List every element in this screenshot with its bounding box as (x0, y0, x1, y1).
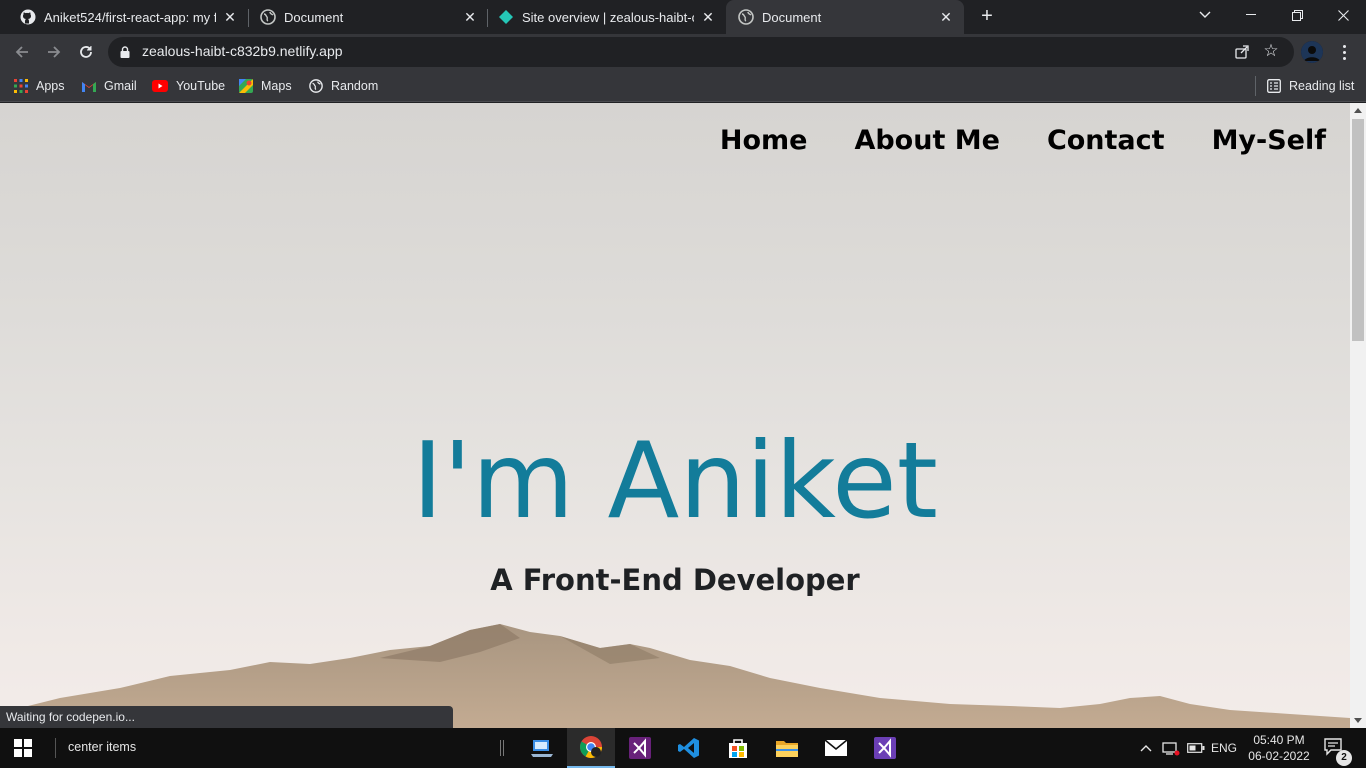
page-viewport: Home About Me Contact My-Self I'm Aniket… (0, 103, 1350, 728)
bookmark-label: Random (331, 79, 379, 93)
status-bubble: Waiting for codepen.io... (0, 706, 453, 728)
profile-avatar[interactable] (1301, 41, 1323, 63)
language-indicator[interactable]: ENG (1209, 728, 1239, 768)
battery-icon[interactable] (1185, 728, 1207, 768)
visual-studio-icon[interactable] (616, 728, 664, 768)
forward-button[interactable] (42, 40, 66, 64)
chevron-up-icon[interactable] (1136, 728, 1156, 768)
nav-link-home[interactable]: Home (720, 125, 808, 156)
close-window-button[interactable] (1320, 0, 1366, 30)
bookmark-label: Gmail (104, 79, 137, 93)
tab-title: Document (762, 9, 822, 25)
gmail-icon (82, 79, 96, 93)
tab-document-active[interactable]: Document ✕ (726, 0, 964, 34)
windows-start-button[interactable] (14, 739, 32, 757)
youtube-icon (152, 79, 168, 93)
scrollbar-thumb[interactable] (1352, 119, 1364, 341)
notifications-button[interactable]: 2 (1324, 738, 1352, 766)
chrome-icon[interactable] (567, 728, 615, 768)
windows-taskbar: center items ENG 05:40 PM 06-02-2022 2 (0, 728, 1366, 768)
bookmark-gmail[interactable]: Gmail (82, 77, 137, 95)
close-icon[interactable]: ✕ (700, 9, 716, 25)
back-button[interactable] (10, 40, 34, 64)
scroll-down-arrow[interactable] (1354, 718, 1362, 723)
reading-list-icon (1267, 79, 1281, 93)
notification-count-badge: 2 (1336, 750, 1352, 766)
github-icon (20, 9, 36, 25)
mail-icon[interactable] (812, 728, 860, 768)
address-bar[interactable]: zealous-haibt-c832b9.netlify.app ☆ (108, 37, 1294, 67)
tab-search-button[interactable] (1182, 0, 1228, 30)
visual-studio-preview-icon[interactable] (861, 728, 909, 768)
chevron-down-icon (1199, 11, 1211, 18)
taskbar-search-text[interactable]: center items (68, 740, 136, 754)
close-icon[interactable]: ✕ (222, 9, 238, 25)
bookmark-maps[interactable]: Maps (239, 77, 292, 95)
reload-icon (80, 46, 92, 58)
bookmark-label: YouTube (176, 79, 226, 93)
page-scrollbar[interactable] (1350, 103, 1366, 728)
browser-toolbar: zealous-haibt-c832b9.netlify.app ☆ (0, 34, 1366, 70)
share-icon (1235, 45, 1249, 59)
url-text: zealous-haibt-c832b9.netlify.app (142, 43, 343, 59)
bookmark-star-icon[interactable]: ☆ (1262, 42, 1280, 60)
hero-title: I'm Aniket (412, 420, 938, 542)
bookmark-youtube[interactable]: YouTube (152, 77, 225, 95)
reading-list-button[interactable]: Reading list (1267, 77, 1354, 95)
vscode-icon[interactable] (665, 728, 713, 768)
maps-icon (239, 79, 253, 93)
arrow-right-icon (48, 46, 61, 58)
netlify-icon (498, 9, 514, 25)
scroll-up-arrow[interactable] (1354, 108, 1362, 113)
folder-icon[interactable] (763, 728, 811, 768)
browser-menu-button[interactable] (1336, 40, 1352, 64)
tab-github[interactable]: Aniket524/first-react-app: my first ✕ (0, 0, 248, 34)
file-explorer-laptop-icon[interactable] (518, 728, 566, 768)
minimize-button[interactable] (1228, 0, 1274, 30)
taskbar-clock[interactable]: 05:40 PM 06-02-2022 (1244, 732, 1314, 764)
new-tab-button[interactable]: + (976, 6, 998, 28)
nav-link-my-self[interactable]: My-Self (1212, 125, 1326, 156)
reload-button[interactable] (74, 40, 98, 64)
apps-grid-icon (14, 79, 28, 93)
clock-time: 05:40 PM (1253, 733, 1305, 747)
lock-icon (120, 46, 130, 58)
tab-title: Site overview | zealous-haibt-c832 (522, 9, 694, 25)
taskbar-divider (55, 738, 56, 758)
reading-list-label: Reading list (1289, 79, 1355, 93)
bookmark-label: Apps (36, 79, 65, 93)
bookmark-label: Maps (261, 79, 292, 93)
tab-strip: Aniket524/first-react-app: my first ✕ Do… (0, 0, 1366, 34)
bookmarks-bar: Apps Gmail YouTube Maps Random Reading l… (0, 70, 1366, 102)
close-icon[interactable]: ✕ (938, 9, 954, 25)
globe-icon (738, 9, 754, 25)
bookmarks-divider (1255, 76, 1256, 96)
tab-document-1[interactable]: Document ✕ (240, 0, 488, 34)
tab-netlify[interactable]: Site overview | zealous-haibt-c832 ✕ (478, 0, 726, 34)
clock-date: 06-02-2022 (1248, 749, 1310, 763)
store-icon[interactable] (714, 728, 762, 768)
nav-link-contact[interactable]: Contact (1047, 125, 1165, 156)
taskbar-gripper (500, 740, 504, 756)
tab-title: Document (284, 9, 344, 25)
globe-icon (309, 79, 323, 93)
arrow-left-icon (15, 46, 28, 58)
hero-subtitle: A Front-End Developer (490, 563, 860, 597)
globe-icon (260, 9, 276, 25)
bookmark-apps[interactable]: Apps (14, 77, 65, 95)
network-icon[interactable] (1160, 728, 1182, 768)
close-icon[interactable]: ✕ (462, 9, 478, 25)
restore-button[interactable] (1274, 0, 1320, 30)
tab-title: Aniket524/first-react-app: my first (44, 9, 216, 25)
avatar-icon (1301, 41, 1323, 63)
nav-link-about-me[interactable]: About Me (854, 125, 999, 156)
site-nav: Home About Me Contact My-Self (720, 125, 1326, 156)
bookmark-random[interactable]: Random (309, 77, 378, 95)
